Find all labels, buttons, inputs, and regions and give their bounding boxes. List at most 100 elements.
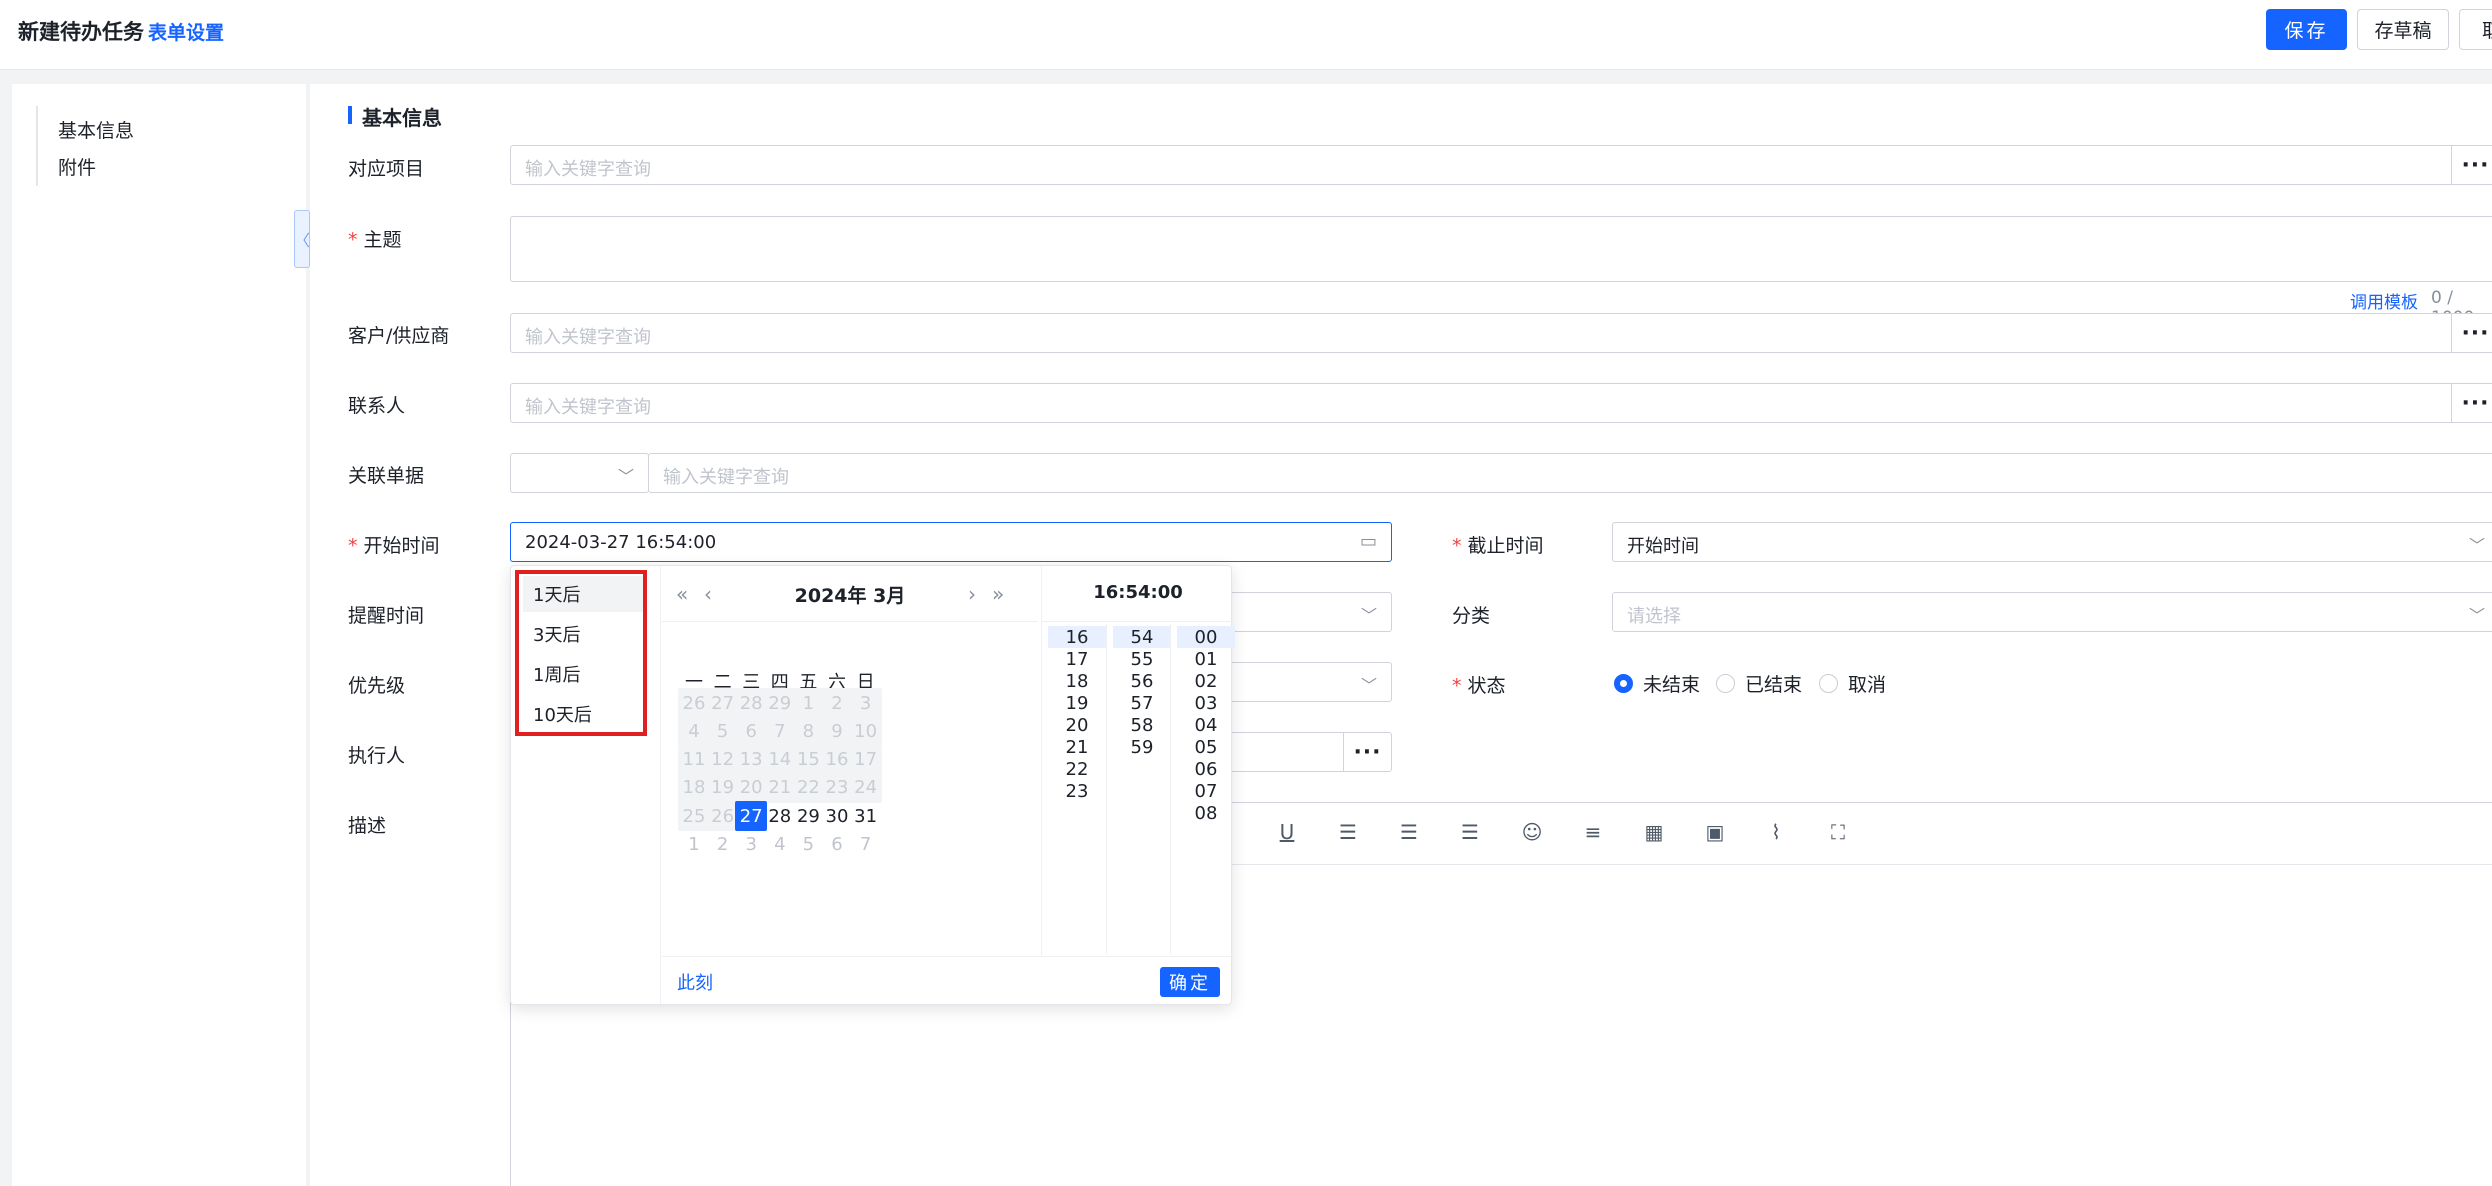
hour-option[interactable]: 23 bbox=[1048, 780, 1106, 802]
next-month-icon[interactable]: › bbox=[968, 582, 976, 606]
calendar-day[interactable]: 4 bbox=[678, 716, 710, 747]
minute-option[interactable]: 58 bbox=[1113, 714, 1171, 736]
calendar-day[interactable]: 18 bbox=[678, 772, 710, 803]
calendar-day[interactable]: 27 bbox=[706, 688, 739, 718]
calendar-day[interactable]: 25 bbox=[678, 801, 710, 832]
attachment-icon[interactable]: ⌇ bbox=[1761, 820, 1791, 844]
hour-option[interactable]: 18 bbox=[1048, 670, 1106, 692]
start-time-input[interactable]: 2024-03-27 16:54:00 ▭ bbox=[510, 522, 1392, 562]
subject-textarea[interactable] bbox=[510, 216, 2492, 282]
calendar-day-selected[interactable]: 27 bbox=[735, 801, 768, 832]
second-option[interactable]: 05 bbox=[1177, 736, 1235, 758]
calendar-day[interactable]: 3 bbox=[849, 688, 882, 718]
calendar-day[interactable]: 22 bbox=[792, 772, 825, 803]
calendar-day[interactable]: 1 bbox=[678, 830, 710, 860]
calendar-day[interactable]: 28 bbox=[735, 688, 768, 718]
use-template-link[interactable]: 调用模板 bbox=[2350, 288, 2418, 313]
calendar-day[interactable]: 1 bbox=[792, 688, 825, 718]
underline-icon[interactable]: U bbox=[1272, 820, 1302, 844]
fullscreen-icon[interactable]: ⛶ bbox=[1823, 820, 1853, 844]
minute-option[interactable]: 56 bbox=[1113, 670, 1171, 692]
next-year-icon[interactable]: » bbox=[992, 582, 1004, 606]
calendar-day[interactable]: 31 bbox=[850, 801, 882, 831]
calendar-day[interactable]: 8 bbox=[792, 716, 825, 747]
calendar-day[interactable]: 9 bbox=[821, 716, 853, 747]
calendar-day[interactable]: 7 bbox=[850, 830, 882, 860]
related-doc-type-select[interactable]: ﹀ bbox=[510, 453, 649, 493]
calendar-day[interactable]: 21 bbox=[763, 772, 796, 803]
related-doc-input[interactable]: 输入关键字查询 bbox=[648, 453, 2492, 493]
image-icon[interactable]: ▣ bbox=[1700, 820, 1730, 844]
nav-item-basic-info[interactable]: 基本信息 bbox=[58, 116, 134, 143]
second-option[interactable]: 02 bbox=[1177, 670, 1235, 692]
minute-option[interactable]: 59 bbox=[1113, 736, 1171, 758]
calendar-day[interactable]: 15 bbox=[792, 744, 825, 775]
calendar-day[interactable]: 29 bbox=[792, 801, 824, 831]
second-option[interactable]: 00 bbox=[1177, 626, 1235, 648]
calendar-day[interactable]: 16 bbox=[821, 744, 853, 775]
calendar-day[interactable]: 2 bbox=[821, 688, 853, 718]
now-link[interactable]: 此刻 bbox=[677, 969, 713, 995]
calendar-day[interactable]: 19 bbox=[706, 772, 739, 803]
second-option[interactable]: 07 bbox=[1177, 780, 1235, 802]
calendar-day[interactable]: 6 bbox=[735, 716, 768, 747]
align-right-icon[interactable]: ☰ bbox=[1455, 820, 1485, 844]
status-radio-open[interactable]: 未结束 bbox=[1614, 670, 1700, 697]
calendar-day[interactable]: 23 bbox=[821, 772, 853, 803]
minute-option[interactable]: 55 bbox=[1113, 648, 1171, 670]
calendar-day[interactable]: 29 bbox=[763, 688, 796, 718]
calendar-day[interactable]: 2 bbox=[707, 830, 739, 860]
second-option[interactable]: 06 bbox=[1177, 758, 1235, 780]
hour-option[interactable]: 22 bbox=[1048, 758, 1106, 780]
align-center-icon[interactable]: ☰ bbox=[1394, 820, 1424, 844]
calendar-day[interactable]: 12 bbox=[706, 744, 739, 775]
category-select[interactable]: 请选择 ﹀ bbox=[1612, 592, 2492, 632]
hour-option[interactable]: 21 bbox=[1048, 736, 1106, 758]
contact-input[interactable]: 输入关键字查询 ··· bbox=[510, 383, 2492, 423]
calendar-day[interactable]: 20 bbox=[735, 772, 768, 803]
form-settings-link[interactable]: 表单设置 bbox=[148, 18, 224, 45]
calendar-day[interactable]: 11 bbox=[678, 744, 710, 775]
nav-item-attachments[interactable]: 附件 bbox=[58, 153, 96, 180]
more-dots-icon[interactable]: ··· bbox=[2451, 384, 2492, 422]
save-button[interactable]: 保存 bbox=[2266, 9, 2347, 50]
save-draft-button[interactable]: 存草稿 bbox=[2357, 9, 2449, 50]
calendar-icon[interactable]: ▭ bbox=[1360, 531, 1377, 552]
hour-option[interactable]: 16 bbox=[1048, 626, 1106, 648]
more-dots-icon[interactable]: ··· bbox=[2451, 314, 2492, 352]
minute-option[interactable]: 54 bbox=[1113, 626, 1171, 648]
second-option[interactable]: 04 bbox=[1177, 714, 1235, 736]
calendar-day[interactable]: 10 bbox=[849, 716, 882, 747]
emoji-icon[interactable]: ☺ bbox=[1517, 820, 1547, 844]
calendar-day[interactable]: 28 bbox=[764, 801, 796, 831]
project-input[interactable]: 输入关键字查询 ··· bbox=[510, 145, 2492, 185]
calendar-day[interactable]: 14 bbox=[763, 744, 796, 775]
customer-input[interactable]: 输入关键字查询 ··· bbox=[510, 313, 2492, 353]
calendar-day[interactable]: 7 bbox=[763, 716, 796, 747]
calendar-day[interactable]: 13 bbox=[735, 744, 768, 775]
hour-option[interactable]: 17 bbox=[1048, 648, 1106, 670]
calendar-day[interactable]: 5 bbox=[706, 716, 739, 747]
table-icon[interactable]: ▦ bbox=[1639, 820, 1669, 844]
deadline-select[interactable]: 开始时间 ﹀ bbox=[1612, 522, 2492, 562]
second-option[interactable]: 08 bbox=[1177, 802, 1235, 824]
calendar-day[interactable]: 6 bbox=[821, 830, 853, 860]
calendar-day[interactable]: 17 bbox=[849, 744, 882, 775]
calendar-day[interactable]: 4 bbox=[764, 830, 796, 860]
second-option[interactable]: 01 bbox=[1177, 648, 1235, 670]
calendar-day[interactable]: 24 bbox=[849, 772, 882, 803]
second-option[interactable]: 03 bbox=[1177, 692, 1235, 714]
status-radio-closed[interactable]: 已结束 bbox=[1716, 670, 1802, 697]
cancel-button[interactable]: 取 bbox=[2459, 9, 2492, 50]
more-dots-icon[interactable]: ··· bbox=[1343, 733, 1391, 771]
collapse-nav-handle[interactable]: 〈 bbox=[294, 210, 310, 268]
minute-option[interactable]: 57 bbox=[1113, 692, 1171, 714]
hour-option[interactable]: 20 bbox=[1048, 714, 1106, 736]
align-left-icon[interactable]: ☰ bbox=[1333, 820, 1363, 844]
calendar-day[interactable]: 3 bbox=[735, 830, 767, 860]
hour-option[interactable]: 19 bbox=[1048, 692, 1106, 714]
calendar-day[interactable]: 5 bbox=[792, 830, 824, 860]
confirm-button[interactable]: 确定 bbox=[1160, 967, 1220, 997]
horizontal-rule-icon[interactable]: ≡ bbox=[1578, 820, 1608, 844]
calendar-day[interactable]: 26 bbox=[678, 688, 710, 718]
